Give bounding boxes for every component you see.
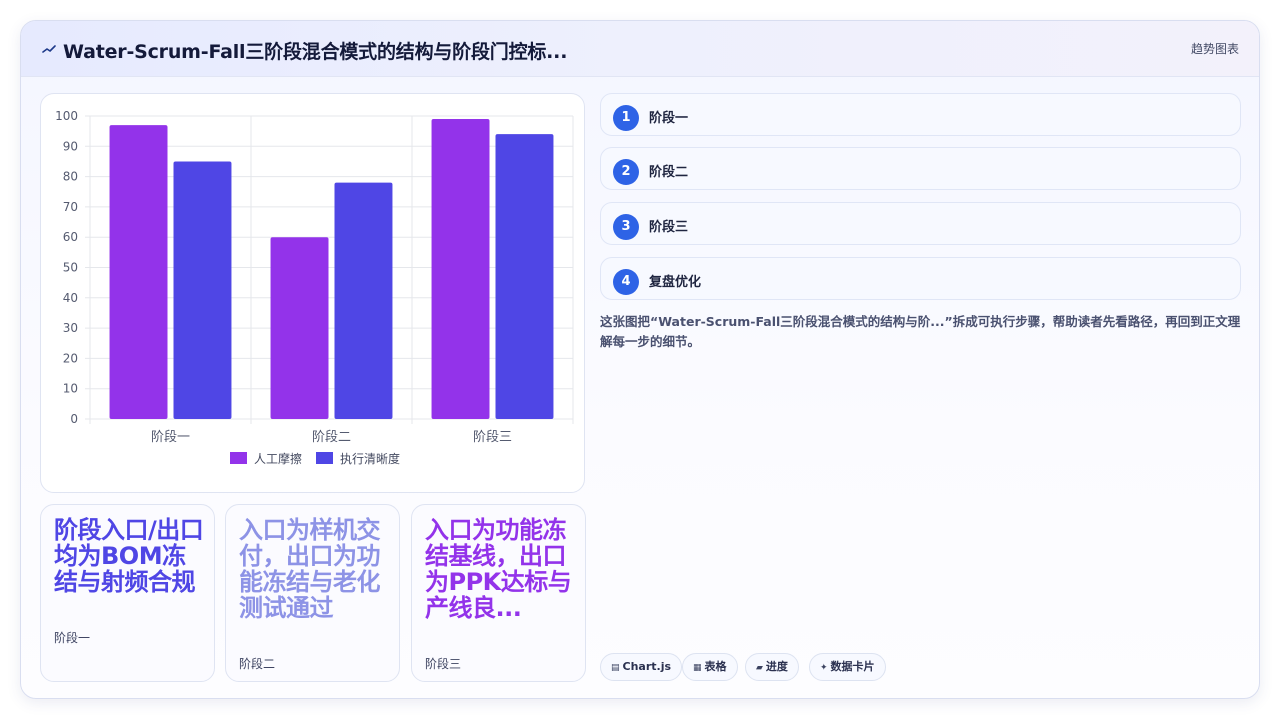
data-card-headline: 入口为样机交付，出口为功能冻结与老化测试通过 — [239, 516, 381, 622]
step-label: 阶段三 — [649, 220, 689, 235]
legend-label: 人工摩擦 — [254, 451, 302, 466]
tag-label: Chart.js — [622, 660, 672, 673]
bar-series-1 — [270, 237, 329, 419]
y-tick-label: 30 — [63, 321, 78, 335]
tag-label: 进度 — [765, 660, 788, 673]
step-label: 阶段一 — [649, 111, 689, 126]
y-tick-label: 50 — [63, 261, 78, 275]
step-number: 1 — [613, 105, 639, 131]
bar-series-2 — [495, 134, 554, 419]
y-tick-label: 40 — [63, 291, 78, 305]
y-tick-label: 10 — [63, 382, 78, 396]
data-card-3: 入口为功能冻结基线，出口为PPK达标与产线良... 阶段三 — [411, 504, 586, 682]
data-card-caption: 阶段三 — [425, 657, 462, 671]
step-item-4[interactable]: 4 复盘优化 — [600, 257, 1241, 300]
bar-series-1 — [431, 119, 490, 419]
tag-label: 表格 — [704, 660, 727, 673]
progress-icon: ▰ — [756, 663, 763, 673]
tag-data-card[interactable]: ✦ 数据卡片 — [809, 653, 886, 681]
y-tick-label: 60 — [63, 230, 78, 244]
y-tick-label: 0 — [70, 412, 78, 426]
trend-chart-link[interactable]: 趋势图表 — [1191, 40, 1239, 57]
x-tick-label: 阶段二 — [312, 430, 351, 445]
page-title: Water-Scrum-Fall三阶段混合模式的结构与阶段门控标... — [63, 41, 568, 63]
tag-label: 数据卡片 — [830, 660, 875, 673]
step-label: 复盘优化 — [649, 275, 702, 290]
y-tick-label: 20 — [63, 351, 78, 365]
y-tick-label: 80 — [63, 170, 78, 184]
step-item-1[interactable]: 1 阶段一 — [600, 93, 1241, 136]
bar-series-2 — [173, 161, 232, 419]
trend-arrow-icon — [42, 45, 56, 53]
step-label: 阶段二 — [649, 165, 689, 180]
step-number: 3 — [613, 214, 639, 240]
legend-swatch — [230, 452, 247, 464]
card-header: Water-Scrum-Fall三阶段混合模式的结构与阶段门控标... 趋势图表 — [21, 21, 1259, 77]
data-card-1: 阶段入口/出口均为BOM冻结与射频合规 阶段一 — [40, 504, 215, 682]
data-card-headline: 入口为功能冻结基线，出口为PPK达标与产线良... — [425, 516, 572, 622]
y-tick-label: 100 — [55, 109, 78, 123]
data-card-2: 入口为样机交付，出口为功能冻结与老化测试通过 阶段二 — [225, 504, 400, 682]
step-number: 2 — [613, 159, 639, 185]
chart-icon: ▤ — [611, 663, 620, 673]
bar-chart: 0 10 20 30 40 50 60 70 80 90 100 阶段一 阶段二 阶段三人工摩擦 执行清晰度 — [55, 109, 574, 466]
x-tick-label: 阶段三 — [473, 430, 512, 445]
tag-table[interactable]: ▦ 表格 — [682, 653, 738, 681]
bar-series-2 — [334, 182, 393, 419]
step-item-3[interactable]: 3 阶段三 — [600, 202, 1241, 245]
tag-chartjs[interactable]: ▤ Chart.js — [600, 653, 683, 681]
main-card: Water-Scrum-Fall三阶段混合模式的结构与阶段门控标... 趋势图表… — [20, 20, 1260, 699]
tag-progress[interactable]: ▰ 进度 — [745, 653, 799, 681]
chart-panel: 0 10 20 30 40 50 60 70 80 90 100 阶段一 阶段二 阶段三人工摩擦 执行清晰度 — [40, 93, 585, 493]
x-tick-label: 阶段一 — [151, 430, 190, 445]
y-tick-label: 70 — [63, 200, 78, 214]
legend-label: 执行清晰度 — [340, 451, 400, 466]
sparkle-icon: ✦ — [820, 663, 828, 673]
data-card-caption: 阶段一 — [54, 631, 91, 645]
table-icon: ▦ — [693, 663, 702, 673]
legend-swatch — [316, 452, 333, 464]
page: Water-Scrum-Fall三阶段混合模式的结构与阶段门控标... 趋势图表… — [0, 0, 1280, 721]
chart-description: 这张图把“Water-Scrum-Fall三阶段混合模式的结构与阶...”拆成可… — [600, 314, 1241, 349]
y-tick-label: 90 — [63, 139, 78, 153]
step-item-2[interactable]: 2 阶段二 — [600, 147, 1241, 190]
data-card-caption: 阶段二 — [239, 657, 276, 671]
step-number: 4 — [613, 269, 639, 295]
data-card-headline: 阶段入口/出口均为BOM冻结与射频合规 — [54, 516, 204, 596]
bar-series-1 — [109, 125, 168, 419]
